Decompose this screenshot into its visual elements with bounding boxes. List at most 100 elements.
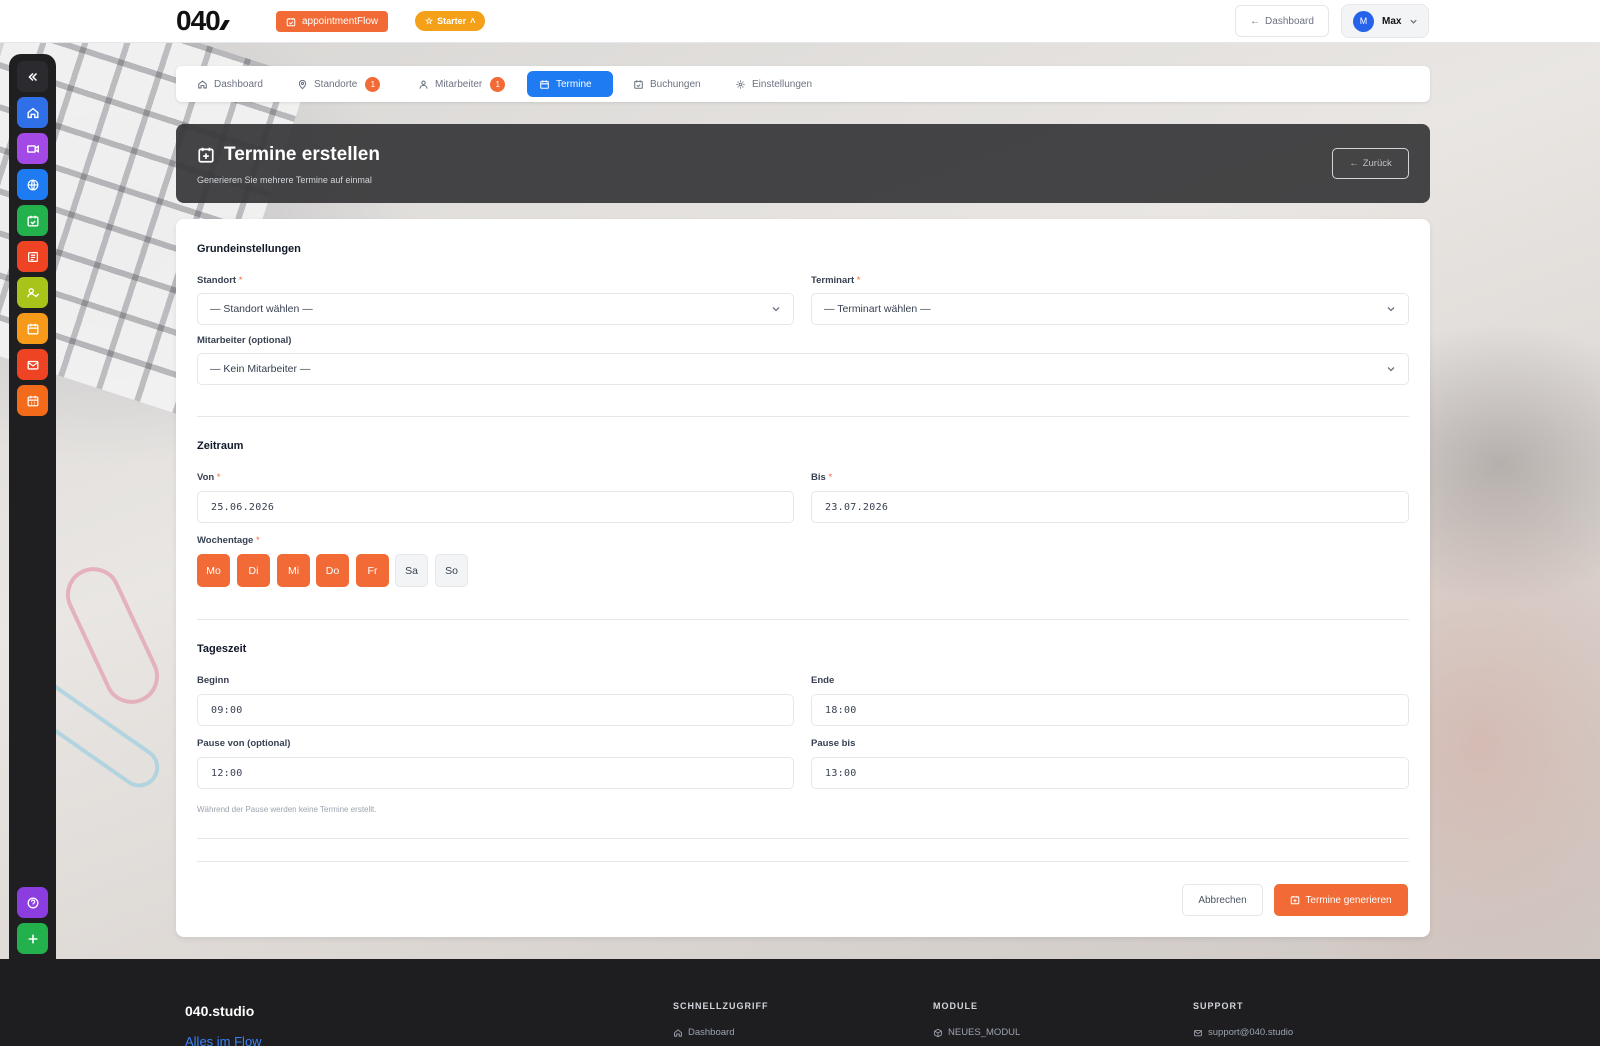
tab-einstellungen[interactable]: Einstellungen [723,71,824,97]
dock-news[interactable] [17,241,48,272]
location-label: Standort * [197,275,242,286]
home-icon [198,79,207,88]
page-title: Termine erstellen [224,144,380,165]
chevron-down-icon [772,307,780,312]
calendar-check-icon [26,215,39,227]
logo[interactable]: 040 [176,5,230,37]
start-time-input[interactable]: 09:00 [197,694,794,726]
tab-standorte[interactable]: Standorte 1 [285,71,392,97]
dock-video[interactable] [17,133,48,164]
collapse-dock-button[interactable] [17,61,48,92]
video-icon [26,144,39,153]
weekday-toggle-sa[interactable]: Sa [395,554,428,587]
user-icon [419,80,428,89]
calendar-plus-icon [198,147,214,163]
location-select[interactable]: — Standort wählen — [197,293,794,325]
tab-label: Standorte [314,78,358,90]
mail-icon [27,360,38,370]
pause-from-input[interactable]: 12:00 [197,757,794,789]
avatar: M [1353,10,1374,32]
calendar-plus-icon [1291,895,1300,905]
pause-from-label: Pause von (optional) [197,738,291,749]
to-label: Bis * [811,472,832,483]
dock-users[interactable] [17,277,48,308]
tab-buchungen[interactable]: Buchungen [621,71,713,97]
calendar-icon [540,79,549,89]
plus-icon [28,934,37,943]
weekday-toggle-fr[interactable]: Fr [356,554,389,587]
type-select[interactable]: — Terminart wählen — [811,293,1409,325]
footer-tagline: Alles im Flow [185,1034,262,1046]
gear-icon [736,79,745,89]
app-badge-label: appointmentFlow [302,16,379,27]
footer-link-label: Dashboard [688,1027,735,1038]
pause-to-input[interactable]: 13:00 [811,757,1409,789]
type-select-value: — Terminart wählen — [824,303,931,315]
footer-link-label: NEUES_MODUL [948,1027,1021,1038]
from-date-input[interactable]: 25.06.2026 [197,491,794,523]
staff-select[interactable]: — Kein Mitarbeiter — [197,353,1409,385]
dock-add[interactable] [17,923,48,954]
footer-link-dashboard[interactable]: Dashboard [673,1027,734,1038]
tab-dashboard[interactable]: Dashboard [185,71,275,97]
section-title-daytime: Tageszeit [197,643,247,655]
newspaper-icon [27,251,38,262]
divider [197,416,1409,417]
page-subtitle: Generieren Sie mehrere Termine auf einma… [197,175,372,185]
dock-appointments[interactable] [17,205,48,236]
logo-slash [218,20,230,30]
location-select-value: — Standort wählen — [210,303,313,315]
map-pin-icon [298,79,307,89]
weekday-toggle-so[interactable]: So [435,554,468,587]
paperclip-image [56,558,169,713]
footer-link-label: support@040.studio [1208,1027,1294,1038]
tab-label: Dashboard [214,78,263,90]
calendar-check-icon [286,17,296,26]
label-text: Wochentage [197,535,254,546]
chevron-down-icon [1387,307,1395,312]
app-badge[interactable]: appointmentFlow [276,11,389,32]
generate-appointments-button[interactable]: Termine generieren [1274,884,1408,916]
dock-mail[interactable] [17,349,48,380]
weekday-toggle-mo[interactable]: Mo [197,554,230,587]
footer-link-module[interactable]: NEUES_MODUL [933,1027,1020,1038]
logo-text: 040 [176,5,221,36]
dock-home[interactable] [17,97,48,128]
staff-label: Mitarbeiter (optional) [197,335,292,346]
app-dock [9,54,56,999]
footer-link-support[interactable]: support@040.studio [1193,1027,1293,1038]
mail-icon [1194,1029,1202,1036]
user-menu-button[interactable]: M Max [1341,4,1429,38]
dock-schedule[interactable] [17,385,48,416]
dashboard-button-label: Dashboard [1265,15,1314,27]
end-time-input[interactable]: 18:00 [811,694,1409,726]
calendar-icon [27,323,38,334]
user-name: Max [1382,15,1402,27]
page-header: Termine erstellen Generieren Sie mehrere… [176,124,1430,203]
dashboard-button[interactable]: ← Dashboard [1235,5,1329,37]
home-icon [674,1028,682,1037]
required-mark: * [255,535,260,546]
user-check-icon [26,287,39,297]
tab-label: Termine [556,78,592,90]
weekday-toggle-mi[interactable]: Mi [277,554,310,587]
tab-label: Einstellungen [752,78,813,90]
section-title-basic: Grundeinstellungen [197,243,301,255]
weekday-toggle-di[interactable]: Di [237,554,270,587]
back-button[interactable]: ← Zurück [1332,148,1409,179]
tab-termine[interactable]: Termine [527,71,613,97]
plan-badge[interactable]: ☆ Starter ˄ [415,11,486,31]
cancel-button[interactable]: Abbrechen [1182,884,1263,916]
divider [197,838,1409,839]
tab-mitarbeiter[interactable]: Mitarbeiter 1 [406,71,517,97]
count-badge: 1 [490,76,506,92]
tab-label: Mitarbeiter [435,78,483,90]
pause-to-label: Pause bis [811,738,856,749]
weekday-toggle-do[interactable]: Do [316,554,349,587]
dock-help[interactable] [17,887,48,918]
footer: 040.studio Alles im Flow SCHNELLZUGRIFF … [0,959,1600,1046]
to-date-input[interactable]: 23.07.2026 [811,491,1409,523]
dock-web[interactable] [17,169,48,200]
label-text: Von [197,472,215,483]
dock-calendar[interactable] [17,313,48,344]
